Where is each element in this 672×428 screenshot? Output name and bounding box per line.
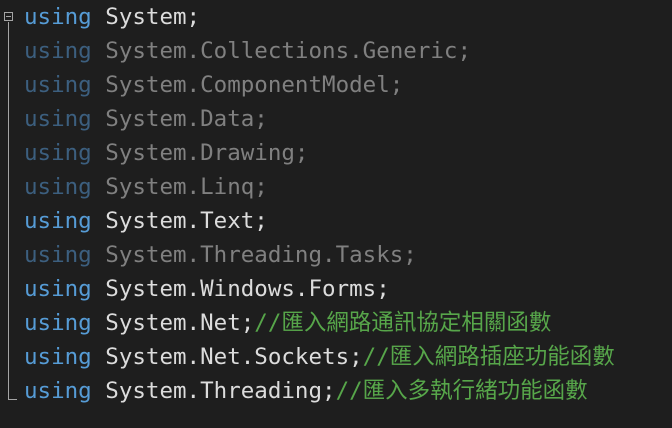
code-editor[interactable]: using System; using System.Collections.G…	[0, 0, 672, 428]
code-line[interactable]: using System.Data;	[24, 102, 615, 136]
using-keyword: using	[24, 140, 92, 166]
code-line[interactable]: using System.ComponentModel;	[24, 68, 615, 102]
namespace: System;	[105, 4, 201, 30]
code-line[interactable]: using System.Collections.Generic;	[24, 34, 615, 68]
namespace: System.Net.Sockets;	[105, 344, 363, 370]
code-line[interactable]: using System.Drawing;	[24, 136, 615, 170]
namespace: System.ComponentModel;	[105, 72, 404, 98]
code-line[interactable]: using System;	[24, 0, 615, 34]
code-line[interactable]: using System.Windows.Forms;	[24, 272, 615, 306]
code-line[interactable]: using System.Linq;	[24, 170, 615, 204]
namespace: System.Data;	[105, 106, 268, 132]
code-area[interactable]: using System; using System.Collections.G…	[24, 0, 615, 408]
namespace: System.Drawing;	[105, 140, 309, 166]
comment: //匯入多執行緒功能函數	[335, 378, 588, 404]
comment: //匯入網路通訊協定相關函數	[254, 310, 552, 336]
namespace: System.Threading.Tasks;	[105, 242, 417, 268]
namespace: System.Collections.Generic;	[105, 38, 472, 64]
using-keyword: using	[24, 378, 92, 404]
collapse-toggle-icon[interactable]	[4, 12, 13, 21]
using-keyword: using	[24, 106, 92, 132]
outline-fold-line	[8, 22, 9, 399]
code-line[interactable]: using System.Threading;//匯入多執行緒功能函數	[24, 374, 615, 408]
using-keyword: using	[24, 242, 92, 268]
using-keyword: using	[24, 310, 92, 336]
using-keyword: using	[24, 72, 92, 98]
namespace: System.Text;	[105, 208, 268, 234]
namespace: System.Net;	[105, 310, 255, 336]
comment: //匯入網路插座功能函數	[362, 344, 615, 370]
using-keyword: using	[24, 276, 92, 302]
code-line[interactable]: using System.Text;	[24, 204, 615, 238]
namespace: System.Threading;	[105, 378, 336, 404]
using-keyword: using	[24, 344, 92, 370]
outline-fold-end	[8, 399, 17, 400]
using-keyword: using	[24, 4, 92, 30]
namespace: System.Linq;	[105, 174, 268, 200]
code-line[interactable]: using System.Threading.Tasks;	[24, 238, 615, 272]
code-line[interactable]: using System.Net.Sockets;//匯入網路插座功能函數	[24, 340, 615, 374]
using-keyword: using	[24, 208, 92, 234]
using-keyword: using	[24, 38, 92, 64]
code-line[interactable]: using System.Net;//匯入網路通訊協定相關函數	[24, 306, 615, 340]
namespace: System.Windows.Forms;	[105, 276, 390, 302]
using-keyword: using	[24, 174, 92, 200]
